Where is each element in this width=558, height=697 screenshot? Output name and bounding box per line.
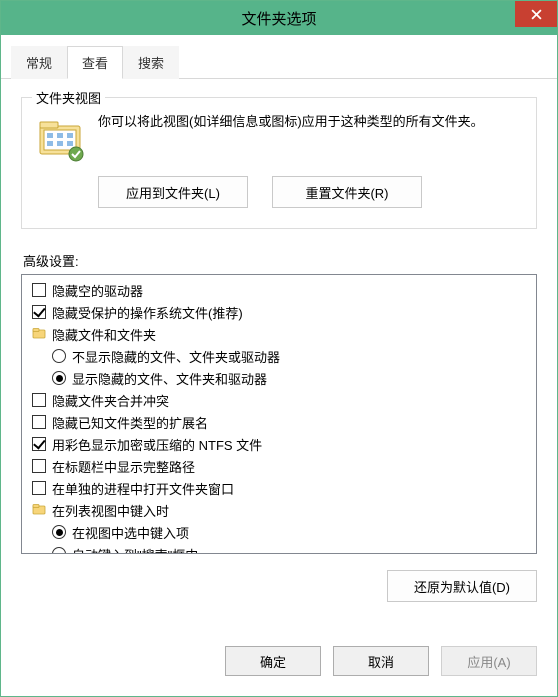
tree-item[interactable]: 在视图中选中键入项 <box>28 521 530 543</box>
tree-item[interactable]: 不显示隐藏的文件、文件夹或驱动器 <box>28 345 530 367</box>
ok-button[interactable]: 确定 <box>225 646 321 676</box>
apply-button: 应用(A) <box>441 646 537 676</box>
close-button[interactable] <box>515 1 557 27</box>
titlebar: 文件夹选项 <box>1 1 557 35</box>
radio-icon[interactable] <box>52 547 66 554</box>
tree-item[interactable]: 隐藏空的驱动器 <box>28 279 530 301</box>
checkbox-icon[interactable] <box>32 305 46 319</box>
radio-icon[interactable] <box>52 349 66 363</box>
cancel-button[interactable]: 取消 <box>333 646 429 676</box>
radio-icon[interactable] <box>52 525 66 539</box>
tree-item[interactable]: 隐藏文件夹合并冲突 <box>28 389 530 411</box>
tree-item[interactable]: 在单独的进程中打开文件夹窗口 <box>28 477 530 499</box>
tree-item[interactable]: 在列表视图中键入时 <box>28 499 530 521</box>
folder-options-window: 文件夹选项 常规 查看 搜索 文件夹视图 <box>0 0 558 697</box>
tree-item-label: 隐藏文件和文件夹 <box>52 325 156 344</box>
radio-icon[interactable] <box>52 371 66 385</box>
checkbox-icon[interactable] <box>32 283 46 297</box>
checkbox-icon[interactable] <box>32 459 46 473</box>
tree-item[interactable]: 用彩色显示加密或压缩的 NTFS 文件 <box>28 433 530 455</box>
tab-search[interactable]: 搜索 <box>123 46 179 79</box>
tree-item-label: 自动键入到"搜索"框中 <box>72 545 198 555</box>
advanced-settings-tree[interactable]: 隐藏空的驱动器隐藏受保护的操作系统文件(推荐) 隐藏文件和文件夹不显示隐藏的文件、… <box>21 274 537 554</box>
dialog-footer: 确定 取消 应用(A) <box>1 630 557 696</box>
tree-item-label: 在视图中选中键入项 <box>72 523 189 542</box>
window-title: 文件夹选项 <box>241 8 316 29</box>
checkbox-icon[interactable] <box>32 415 46 429</box>
apply-to-folders-button[interactable]: 应用到文件夹(L) <box>98 176 248 208</box>
tab-general[interactable]: 常规 <box>11 46 67 79</box>
tree-item-label: 在标题栏中显示完整路径 <box>52 457 195 476</box>
content-area: 文件夹视图 <box>1 79 557 630</box>
folder-icon <box>32 326 46 343</box>
tab-strip: 常规 查看 搜索 <box>1 35 557 79</box>
tree-item-label: 在列表视图中键入时 <box>52 501 169 520</box>
tree-item[interactable]: 自动键入到"搜索"框中 <box>28 543 530 554</box>
checkbox-icon[interactable] <box>32 393 46 407</box>
folder-view-icon <box>36 114 84 162</box>
advanced-settings-label: 高级设置: <box>23 251 537 270</box>
tree-item-label: 在单独的进程中打开文件夹窗口 <box>52 479 234 498</box>
tree-item[interactable]: 在标题栏中显示完整路径 <box>28 455 530 477</box>
tree-item-label: 隐藏空的驱动器 <box>52 281 143 300</box>
tree-item[interactable]: 隐藏文件和文件夹 <box>28 323 530 345</box>
tree-item[interactable]: 隐藏受保护的操作系统文件(推荐) <box>28 301 530 323</box>
checkbox-icon[interactable] <box>32 481 46 495</box>
reset-folders-button[interactable]: 重置文件夹(R) <box>272 176 422 208</box>
tree-item-label: 用彩色显示加密或压缩的 NTFS 文件 <box>52 435 262 454</box>
folder-view-group: 文件夹视图 <box>21 97 537 229</box>
close-icon <box>531 9 542 20</box>
tree-item-label: 不显示隐藏的文件、文件夹或驱动器 <box>72 347 280 366</box>
tree-item-label: 隐藏已知文件类型的扩展名 <box>52 413 208 432</box>
folder-icon <box>32 502 46 519</box>
tab-view[interactable]: 查看 <box>67 46 123 79</box>
tree-item[interactable]: 隐藏已知文件类型的扩展名 <box>28 411 530 433</box>
tree-item-label: 显示隐藏的文件、文件夹和驱动器 <box>72 369 267 388</box>
restore-defaults-button[interactable]: 还原为默认值(D) <box>387 570 537 602</box>
group-description: 你可以将此视图(如详细信息或图标)应用于这种类型的所有文件夹。 <box>98 112 484 133</box>
tree-item-label: 隐藏受保护的操作系统文件(推荐) <box>52 303 243 322</box>
tree-item-label: 隐藏文件夹合并冲突 <box>52 391 169 410</box>
tree-item[interactable]: 显示隐藏的文件、文件夹和驱动器 <box>28 367 530 389</box>
checkbox-icon[interactable] <box>32 437 46 451</box>
group-title: 文件夹视图 <box>32 88 105 107</box>
